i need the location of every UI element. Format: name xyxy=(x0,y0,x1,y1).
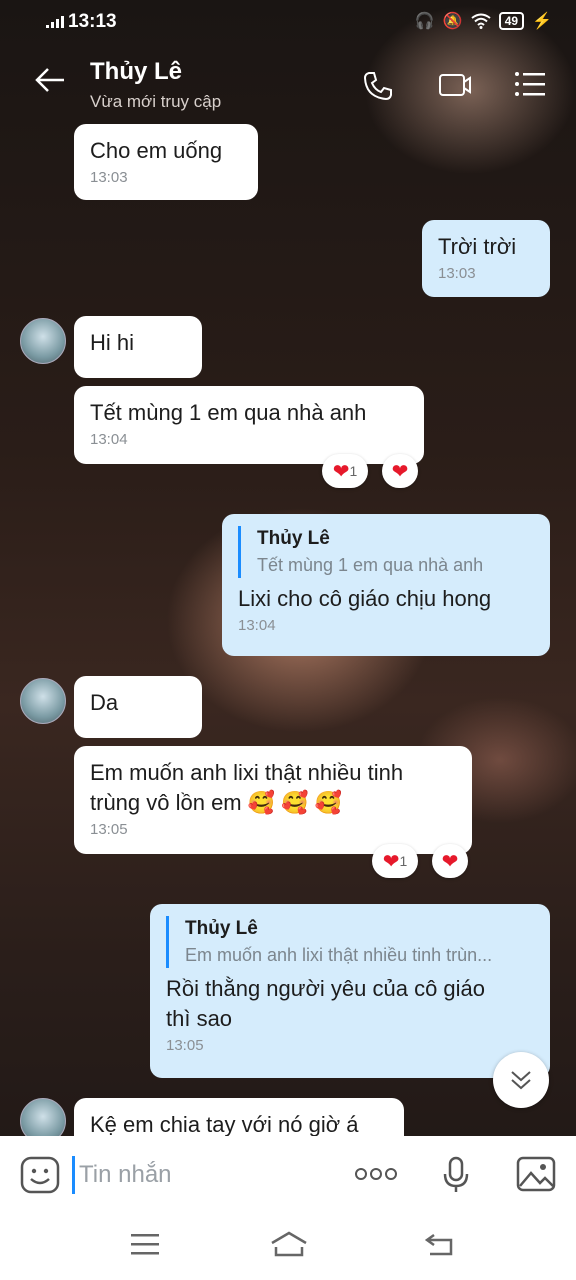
recent-apps-icon[interactable] xyxy=(130,1232,160,1256)
back-arrow-icon[interactable] xyxy=(34,66,66,94)
message-bubble-incoming[interactable]: Hi hi xyxy=(74,316,202,378)
contact-status: Vừa mới truy cập xyxy=(90,92,222,111)
home-icon[interactable] xyxy=(270,1230,308,1258)
react-heart-button[interactable]: ❤ xyxy=(432,844,468,878)
battery-indicator: 49 xyxy=(498,12,525,30)
quote-text: Tết mùng 1 em qua nhà anh xyxy=(257,555,484,575)
charging-icon: ⚡ xyxy=(532,13,552,30)
message-bubble-incoming[interactable]: Tết mùng 1 em qua nhà anh 13:04 xyxy=(74,386,424,464)
more-options-icon[interactable] xyxy=(354,1166,398,1182)
avatar[interactable] xyxy=(20,678,66,724)
phone-call-icon[interactable] xyxy=(362,70,394,102)
message-time: 13:04 xyxy=(90,431,128,448)
heart-icon: ❤ xyxy=(441,850,459,873)
heart-icon: ❤ xyxy=(332,460,350,483)
reaction-count: 1 xyxy=(349,463,358,479)
message-bubble-outgoing-reply[interactable]: Thủy Lê Em muốn anh lixi thật nhiều tinh… xyxy=(150,904,550,1078)
status-time: 13:13 xyxy=(68,11,117,32)
contact-name[interactable]: Thủy Lê xyxy=(90,58,182,86)
message-text: Da xyxy=(90,690,119,715)
message-composer xyxy=(0,1136,576,1212)
message-bubble-incoming[interactable]: Cho em uống 13:03 xyxy=(74,124,258,200)
message-text: Hi hi xyxy=(90,330,135,355)
message-input[interactable] xyxy=(72,1156,321,1194)
message-text: Trời trời xyxy=(438,234,517,259)
message-text-line: Em muốn anh lixi thật nhiều tinh xyxy=(90,760,404,785)
message-text: Cho em uống xyxy=(90,138,223,163)
heart-icon: ❤ xyxy=(391,460,409,483)
quote-author: Thủy Lê xyxy=(185,918,258,939)
message-text: Kệ em chia tay với nó giờ á xyxy=(90,1112,359,1136)
message-text-line: trùng vô lồn em xyxy=(90,790,242,815)
reaction-summary[interactable]: ❤ 1 xyxy=(372,844,418,878)
chat-header: Thủy Lê Vừa mới truy cập xyxy=(0,44,576,120)
message-bubble-incoming[interactable]: Kệ em chia tay với nó giờ á xyxy=(74,1098,404,1136)
reaction-summary[interactable]: ❤ 1 xyxy=(322,454,368,488)
wifi-icon xyxy=(471,13,491,29)
back-icon[interactable] xyxy=(424,1232,454,1256)
message-time: 13:05 xyxy=(90,821,128,838)
status-bar: 13:13 🎧 🔕 49 ⚡ xyxy=(0,0,576,44)
message-text-line: Rồi thằng người yêu của cô giáo xyxy=(166,976,486,1001)
system-navigation-bar xyxy=(0,1212,576,1280)
smiling-face-with-hearts-emoji: 🥰 🥰 🥰 xyxy=(247,790,343,815)
mute-bell-icon: 🔕 xyxy=(442,13,463,30)
message-bubble-outgoing[interactable]: Trời trời 13:03 xyxy=(422,220,550,297)
video-call-icon[interactable] xyxy=(438,70,472,100)
message-bubble-incoming[interactable]: Em muốn anh lixi thật nhiều tinh trùng v… xyxy=(74,746,472,854)
avatar[interactable] xyxy=(20,318,66,364)
message-text: Tết mùng 1 em qua nhà anh xyxy=(90,400,367,425)
scroll-to-bottom-button[interactable] xyxy=(493,1052,549,1108)
react-heart-button[interactable]: ❤ xyxy=(382,454,418,488)
message-time: 13:05 xyxy=(166,1037,204,1054)
heart-icon: ❤ xyxy=(382,850,400,873)
headphones-icon: 🎧 xyxy=(414,13,435,30)
message-time: 13:03 xyxy=(90,169,128,186)
message-text: Lixi cho cô giáo chịu hong xyxy=(238,586,492,611)
sticker-emoji-icon[interactable] xyxy=(20,1156,60,1194)
message-bubble-outgoing-reply[interactable]: Thủy Lê Tết mùng 1 em qua nhà anh Lixi c… xyxy=(222,514,550,656)
quote-text: Em muốn anh lixi thật nhiều tinh trùn... xyxy=(185,945,493,965)
quoted-message[interactable]: Thủy Lê Em muốn anh lixi thật nhiều tinh… xyxy=(166,916,534,968)
reaction-count: 1 xyxy=(399,853,408,869)
message-time: 13:04 xyxy=(238,617,276,634)
message-bubble-incoming[interactable]: Da xyxy=(74,676,202,738)
image-gallery-icon[interactable] xyxy=(516,1156,556,1192)
message-text-line: thì sao xyxy=(166,1006,233,1031)
microphone-icon[interactable] xyxy=(442,1156,470,1194)
quote-author: Thủy Lê xyxy=(257,528,330,549)
message-time: 13:03 xyxy=(438,265,476,282)
signal-icon xyxy=(46,16,64,28)
quoted-message[interactable]: Thủy Lê Tết mùng 1 em qua nhà anh xyxy=(238,526,534,578)
double-chevron-down-icon xyxy=(511,1071,531,1090)
menu-list-icon[interactable] xyxy=(514,70,546,98)
